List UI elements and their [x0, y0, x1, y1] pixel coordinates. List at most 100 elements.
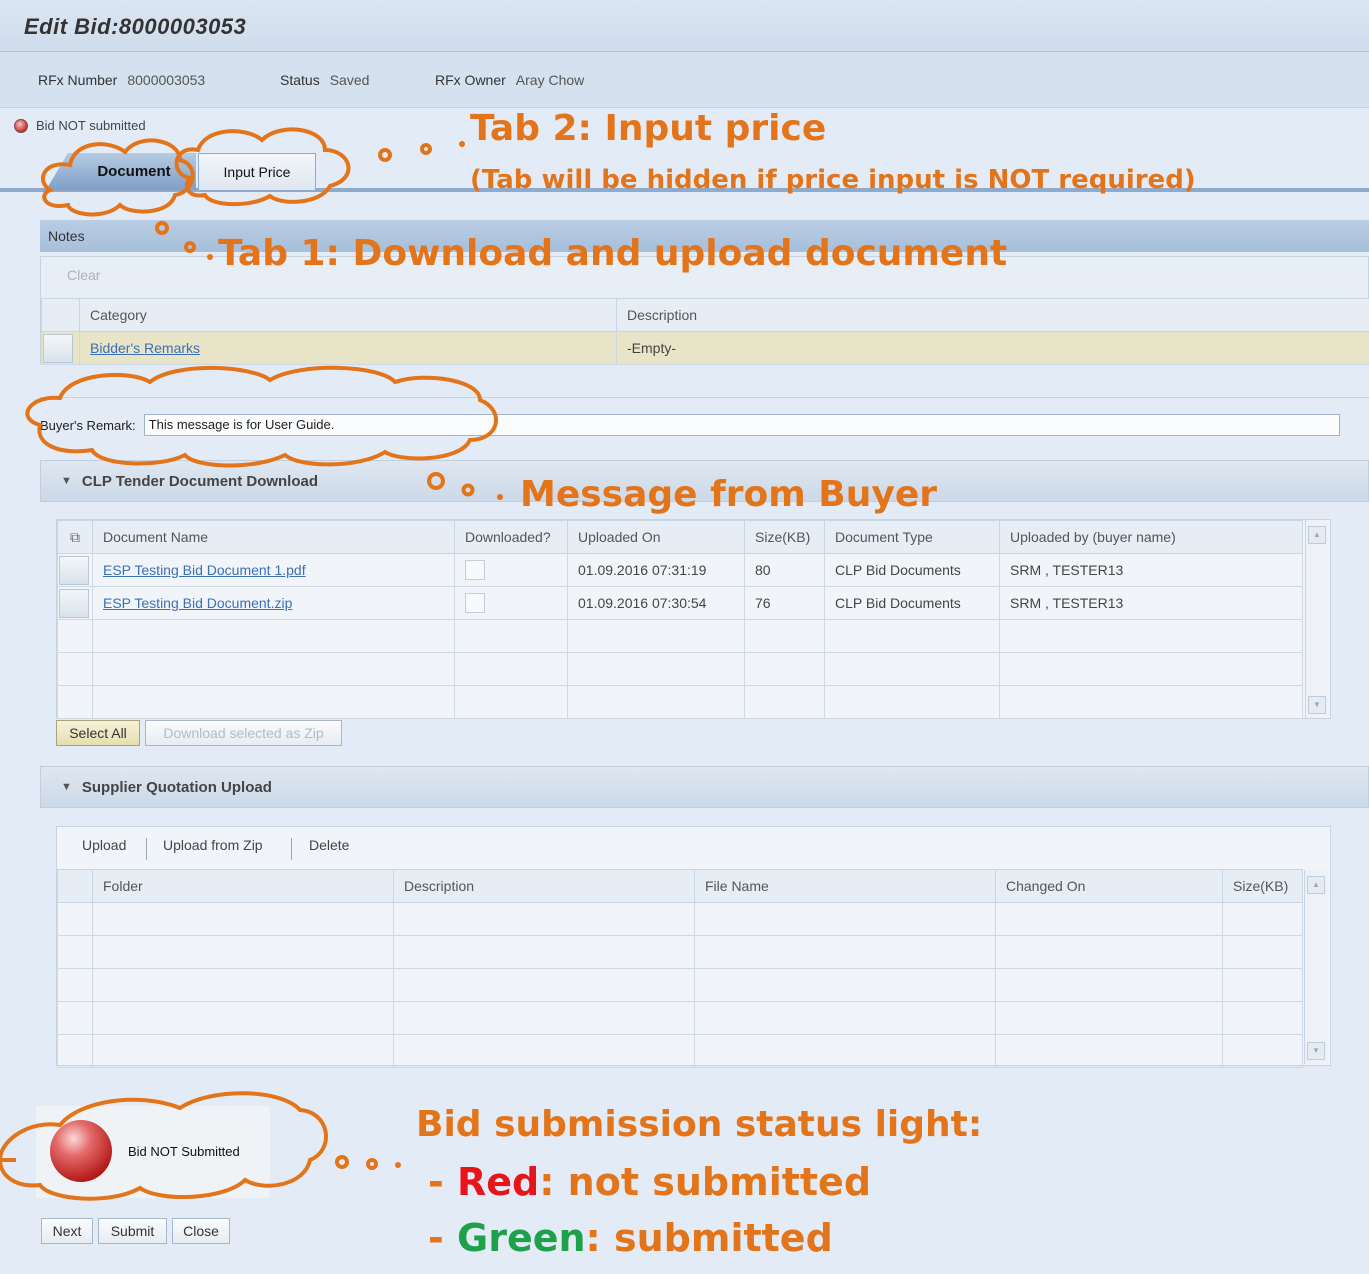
document-link[interactable]: ESP Testing Bid Document.zip [103, 595, 292, 611]
scroll-down-icon[interactable]: ▼ [1308, 696, 1326, 714]
red-word: Red [457, 1160, 540, 1204]
downloaded-cell [454, 553, 568, 587]
row-selector[interactable] [57, 553, 93, 587]
table-row [57, 935, 1303, 969]
annotation-tab2-note: (Tab will be hidden if price input is NO… [470, 165, 1196, 195]
buyer-remark-label: Buyer's Remark: [40, 417, 136, 433]
table-row [57, 652, 1303, 686]
table-row[interactable]: ESP Testing Bid Document 1.pdf 01.09.201… [57, 553, 1303, 587]
rfx-number-value: 8000003053 [127, 72, 206, 88]
table-settings-icon[interactable]: ⧉ [57, 520, 93, 554]
quotation-upload-title: Supplier Quotation Upload [81, 778, 272, 796]
column-header-size: Size(KB) [744, 520, 825, 554]
category-cell: Bidder's Remarks [79, 331, 617, 365]
vertical-scrollbar[interactable]: ▲ ▼ [1305, 520, 1329, 718]
bid-status-panel-text: Bid NOT Submitted [128, 1144, 240, 1159]
bid-status-row: Bid NOT submitted [14, 118, 146, 133]
status-info: Status Saved [280, 72, 369, 88]
tab-document[interactable]: Document [46, 153, 196, 190]
tender-document-table-panel: ⧉ Document Name Downloaded? Uploaded On … [56, 519, 1331, 719]
table-row [57, 968, 1303, 1002]
red-meaning: : not submitted [539, 1160, 872, 1204]
document-link[interactable]: ESP Testing Bid Document 1.pdf [103, 562, 306, 578]
row-selector[interactable] [41, 331, 80, 365]
column-header-category: Category [79, 298, 617, 332]
red-status-icon [14, 118, 28, 133]
column-header-uploaded-by: Uploaded by (buyer name) [999, 520, 1303, 554]
rfx-number-info: RFx Number 8000003053 [38, 72, 205, 88]
downloaded-checkbox[interactable] [465, 560, 485, 580]
clear-button[interactable]: Clear [67, 267, 100, 283]
collapse-triangle-icon: ▼ [61, 781, 72, 793]
next-button[interactable]: Next [41, 1218, 93, 1244]
annotation-buyer-message: Message from Buyer [520, 474, 938, 515]
column-header-downloaded: Downloaded? [454, 520, 568, 554]
notes-table: Category Description Bidder's Remarks -E… [41, 298, 1369, 365]
annotation-green-line: - Green: submitted [428, 1216, 833, 1260]
column-header-size: Size(KB) [1222, 869, 1303, 903]
size-cell: 76 [744, 586, 825, 620]
close-button[interactable]: Close [172, 1218, 230, 1244]
document-name-cell: ESP Testing Bid Document 1.pdf [92, 553, 455, 587]
owner-value: Aray Chow [515, 72, 585, 88]
red-status-light-icon [50, 1120, 112, 1182]
scroll-down-icon[interactable]: ▼ [1307, 1042, 1325, 1060]
description-cell: -Empty- [616, 331, 1369, 365]
row-selector[interactable] [57, 586, 93, 620]
column-header-folder: Folder [92, 869, 394, 903]
rfx-number-label: RFx Number [38, 72, 118, 88]
status-value: Saved [329, 72, 370, 88]
toolbar-separator [146, 838, 147, 860]
scroll-up-icon[interactable]: ▲ [1307, 876, 1325, 894]
uploaded-by-cell: SRM , TESTER13 [999, 586, 1303, 620]
green-meaning: : submitted [585, 1216, 833, 1260]
column-header-uploaded-on: Uploaded On [567, 520, 745, 554]
submit-button[interactable]: Submit [98, 1218, 167, 1244]
status-label: Status [280, 72, 320, 88]
bidders-remarks-link[interactable]: Bidder's Remarks [90, 340, 200, 356]
download-zip-button[interactable]: Download selected as Zip [145, 720, 342, 746]
vertical-scrollbar[interactable]: ▲ ▼ [1304, 870, 1328, 1064]
buyer-remark-field[interactable]: This message is for User Guide. [143, 414, 1340, 436]
column-header-description: Description [616, 298, 1369, 332]
uploaded-on-cell: 01.09.2016 07:31:19 [567, 553, 745, 587]
annotation-tab2-title: Tab 2: Input price [470, 108, 827, 149]
table-row [57, 685, 1303, 719]
column-header-changed-on: Changed On [995, 869, 1223, 903]
annotation-tab1: Tab 1: Download and upload document [218, 233, 1008, 274]
table-row [57, 1034, 1303, 1068]
annotation-red-line: - Red: not submitted [428, 1160, 871, 1204]
table-row[interactable]: ESP Testing Bid Document.zip 01.09.2016 … [57, 586, 1303, 620]
size-cell: 80 [744, 553, 825, 587]
uploaded-by-cell: SRM , TESTER13 [999, 553, 1303, 587]
downloaded-checkbox[interactable] [465, 593, 485, 613]
table-row [57, 902, 1303, 936]
upload-button[interactable]: Upload [82, 837, 126, 853]
buyer-remark-row: Buyer's Remark: This message is for User… [40, 414, 1340, 436]
select-column-header [57, 869, 93, 903]
owner-info: RFx Owner Aray Chow [435, 72, 584, 88]
dash: - [428, 1160, 444, 1204]
table-row [57, 1001, 1303, 1035]
info-bar: RFx Number 8000003053 Status Saved RFx Own… [0, 52, 1369, 108]
table-row[interactable]: Bidder's Remarks -Empty- [41, 331, 1369, 365]
bid-status-panel: Bid NOT Submitted [36, 1106, 270, 1198]
divider [40, 397, 1369, 398]
quotation-upload-section-header[interactable]: ▼ Supplier Quotation Upload [40, 766, 1369, 808]
select-all-button[interactable]: Select All [56, 720, 140, 746]
tab-input-price[interactable]: Input Price [198, 153, 316, 190]
document-type-cell: CLP Bid Documents [824, 586, 1000, 620]
quotation-upload-table: Folder Description File Name Changed On … [57, 869, 1303, 1068]
document-name-cell: ESP Testing Bid Document.zip [92, 586, 455, 620]
uploaded-on-cell: 01.09.2016 07:30:54 [567, 586, 745, 620]
owner-label: RFx Owner [435, 72, 506, 88]
scroll-up-icon[interactable]: ▲ [1308, 526, 1326, 544]
select-column-header [41, 298, 80, 332]
upload-from-zip-button[interactable]: Upload from Zip [163, 837, 263, 853]
document-type-cell: CLP Bid Documents [824, 553, 1000, 587]
toolbar-separator [291, 838, 292, 860]
tender-document-table: ⧉ Document Name Downloaded? Uploaded On … [57, 520, 1303, 719]
column-header-file-name: File Name [694, 869, 996, 903]
annotation-status-title: Bid submission status light: [416, 1104, 983, 1145]
delete-button[interactable]: Delete [309, 837, 349, 853]
